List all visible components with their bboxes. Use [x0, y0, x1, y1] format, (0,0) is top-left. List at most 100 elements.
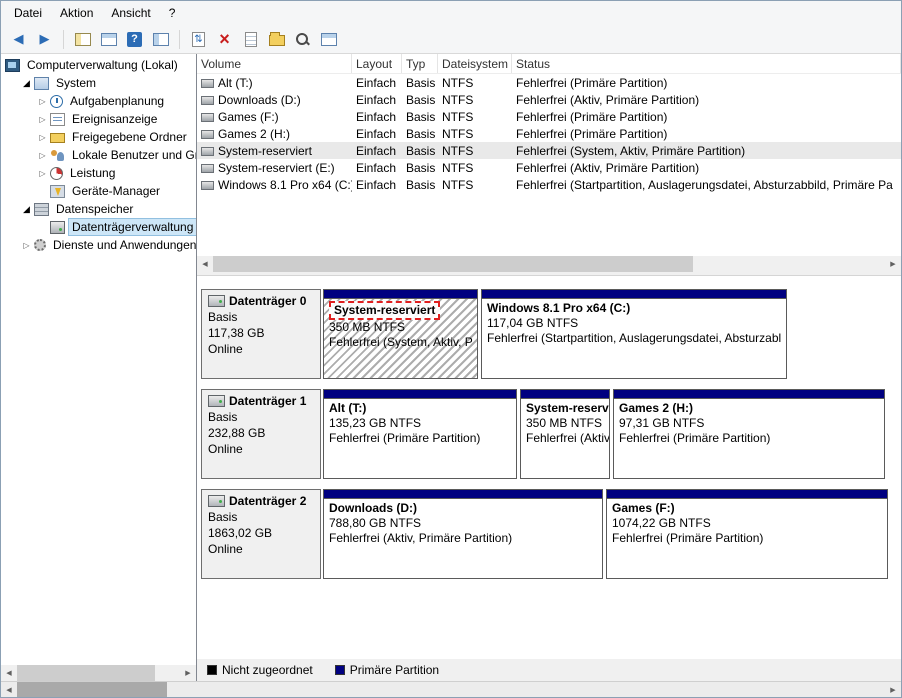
search-button[interactable] [290, 28, 315, 51]
cell-status: Fehlerfrei (Aktiv, Primäre Partition) [516, 92, 700, 107]
bottom-scroll-right-button[interactable] [885, 682, 901, 698]
bottom-scroll-left-button[interactable] [1, 682, 17, 698]
partition[interactable]: System-reserv 350 MB NTFS Fehlerfrei (Akti… [520, 389, 610, 479]
partition[interactable]: Windows 8.1 Pro x64 (C:) 117,04 GB NTFS Fe… [481, 289, 787, 379]
console-window-button[interactable] [148, 28, 173, 51]
column-header-1[interactable]: Layout [352, 54, 402, 73]
forward-button[interactable] [32, 28, 57, 51]
disk-label[interactable]: Datenträger 0 Basis 117,38 GB Online [201, 289, 321, 379]
volume-row-5[interactable]: System-reserviert (E:) Einfach Basis NTFS Fe… [197, 159, 901, 176]
volume-scroll-left-button[interactable] [197, 256, 213, 272]
bottom-scrollbar-thumb[interactable] [17, 682, 167, 697]
delete-button[interactable] [212, 28, 237, 51]
sidebar-scrollbar-track[interactable] [155, 665, 180, 681]
sidebar-item-2[interactable]: ▷ Aufgabenplanung [1, 92, 196, 110]
disk-title: Datenträger 2 [208, 493, 314, 509]
scroll-right-icon [890, 686, 895, 694]
bottom-scrollbar-track[interactable] [167, 682, 885, 697]
sidebar-item-5[interactable]: ▷ Lokale Benutzer und Gr [1, 146, 196, 164]
column-header-2[interactable]: Typ [402, 54, 438, 73]
back-icon [14, 31, 24, 47]
settings-button[interactable] [316, 28, 341, 51]
export-list-button[interactable] [96, 28, 121, 51]
sidebar-item-3[interactable]: ▷ Ereignisanzeige [1, 110, 196, 128]
partition[interactable]: Downloads (D:) 788,80 GB NTFS Fehlerfrei (… [323, 489, 603, 579]
menu-item-aktion[interactable]: Aktion [51, 2, 102, 24]
disk-row-2: Datenträger 2 Basis 1863,02 GB Online Downlo… [201, 489, 901, 579]
content-area: Computerverwaltung (Lokal) ◢ System ▷ Aufgab… [1, 54, 901, 681]
sidebar-item-label: Lokale Benutzer und Gr [72, 148, 196, 162]
show-console-tree-button[interactable] [70, 28, 95, 51]
sidebar-item-8[interactable]: ◢ Datenspeicher [1, 200, 196, 218]
console-tree-icon [74, 32, 91, 46]
partition[interactable]: Games (F:) 1074,22 GB NTFS Fehlerfrei (Pri… [606, 489, 888, 579]
volume-icon [201, 146, 214, 156]
sidebar-item-label: Computerverwaltung (Lokal) [27, 58, 178, 72]
sidebar-item-7[interactable]: Geräte-Manager [1, 182, 196, 200]
menu-item-ansicht[interactable]: Ansicht [102, 2, 159, 24]
cell-dateisystem: NTFS [442, 109, 474, 124]
expander-expanded-icon[interactable]: ◢ [20, 78, 33, 89]
volume-row-1[interactable]: Downloads (D:) Einfach Basis NTFS Fehlerfrei… [197, 91, 901, 108]
volume-scrollbar-track[interactable] [693, 256, 885, 272]
scroll-right-icon [185, 669, 190, 677]
scroll-left-icon [6, 669, 11, 677]
sidebar-scroll-right-button[interactable] [180, 665, 196, 681]
sidebar-item-1[interactable]: ◢ System [1, 74, 196, 92]
volume-row-4[interactable]: System-reserviert Einfach Basis NTFS Fehlerf… [197, 142, 901, 159]
column-header-3[interactable]: Dateisystem [438, 54, 512, 73]
cell-status: Fehlerfrei (Startpartition, Auslagerungs… [516, 177, 893, 192]
back-button[interactable] [6, 28, 31, 51]
menu-item-datei[interactable]: Datei [5, 2, 51, 24]
volume-list-horizontal-scrollbar[interactable] [197, 256, 901, 272]
expander-collapsed-icon[interactable]: ▷ [36, 115, 49, 124]
disk-label[interactable]: Datenträger 1 Basis 232,88 GB Online [201, 389, 321, 479]
sidebar-item-9[interactable]: Datenträgerverwaltung [1, 218, 196, 236]
sidebar-item-0[interactable]: Computerverwaltung (Lokal) [1, 56, 196, 74]
expander-collapsed-icon[interactable]: ▷ [36, 169, 49, 178]
sidebar-horizontal-scrollbar[interactable] [1, 665, 196, 681]
sidebar-item-10[interactable]: ▷ Dienste und Anwendungen [1, 236, 196, 254]
disk-icon [208, 495, 225, 507]
volume-scroll-right-button[interactable] [885, 256, 901, 272]
sidebar-scrollbar-thumb[interactable] [17, 665, 155, 681]
volume-row-3[interactable]: Games 2 (H:) Einfach Basis NTFS Fehlerfrei (… [197, 125, 901, 142]
properties-button[interactable] [238, 28, 263, 51]
partition-name: Alt (T:) [329, 401, 367, 415]
sidebar-item-6[interactable]: ▷ Leistung [1, 164, 196, 182]
column-header-0[interactable]: Volume [197, 54, 352, 73]
expander-collapsed-icon[interactable]: ▷ [36, 133, 49, 142]
partition-status: Fehlerfrei (Startpartition, Auslagerungs… [487, 331, 782, 345]
cell-typ: Basis [406, 109, 436, 124]
cell-layout: Einfach [356, 143, 397, 158]
sidebar-scroll-left-button[interactable] [1, 665, 17, 681]
volume-row-0[interactable]: Alt (T:) Einfach Basis NTFS Fehlerfrei (Prim… [197, 74, 901, 91]
bottom-scrollbar[interactable] [1, 681, 901, 697]
open-button[interactable] [264, 28, 289, 51]
disk-row-1: Datenträger 1 Basis 232,88 GB Online Alt (T:… [201, 389, 901, 479]
partition[interactable]: System-reserviert 350 MB NTFS Fehlerfrei (… [323, 289, 478, 379]
volume-scrollbar-thumb[interactable] [213, 256, 693, 272]
expander-expanded-icon[interactable]: ◢ [20, 204, 33, 215]
legend: Nicht zugeordnet Primäre Partition [197, 659, 901, 681]
column-header-4[interactable]: Status [512, 54, 901, 73]
disk-label[interactable]: Datenträger 2 Basis 1863,02 GB Online [201, 489, 321, 579]
expander-collapsed-icon[interactable]: ▷ [20, 241, 33, 250]
help-icon [127, 31, 142, 47]
menu-item-help[interactable]: ? [160, 2, 185, 24]
partition-body: Windows 8.1 Pro x64 (C:) 117,04 GB NTFS Fe… [482, 298, 786, 378]
expander-collapsed-icon[interactable]: ▷ [36, 151, 49, 160]
help-button[interactable] [122, 28, 147, 51]
volume-row-2[interactable]: Games (F:) Einfach Basis NTFS Fehlerfrei (Pr… [197, 108, 901, 125]
expander-collapsed-icon[interactable]: ▷ [36, 97, 49, 106]
partition[interactable]: Alt (T:) 135,23 GB NTFS Fehlerfrei (Primär… [323, 389, 517, 479]
rescan-button[interactable] [186, 28, 211, 51]
sidebar-tree: Computerverwaltung (Lokal) ◢ System ▷ Aufgab… [1, 54, 196, 665]
partition[interactable]: Games 2 (H:) 97,31 GB NTFS Fehlerfrei (Pri… [613, 389, 885, 479]
cell-dateisystem: NTFS [442, 75, 474, 90]
volume-row-6[interactable]: Windows 8.1 Pro x64 (C:) Einfach Basis NTFS… [197, 176, 901, 193]
partition-status: Fehlerfrei (Aktiv, Primäre Partition) [329, 531, 513, 545]
console-window-icon [152, 32, 169, 46]
highlight-red-dashed-box: System-reserviert [329, 301, 441, 320]
sidebar-item-4[interactable]: ▷ Freigegebene Ordner [1, 128, 196, 146]
